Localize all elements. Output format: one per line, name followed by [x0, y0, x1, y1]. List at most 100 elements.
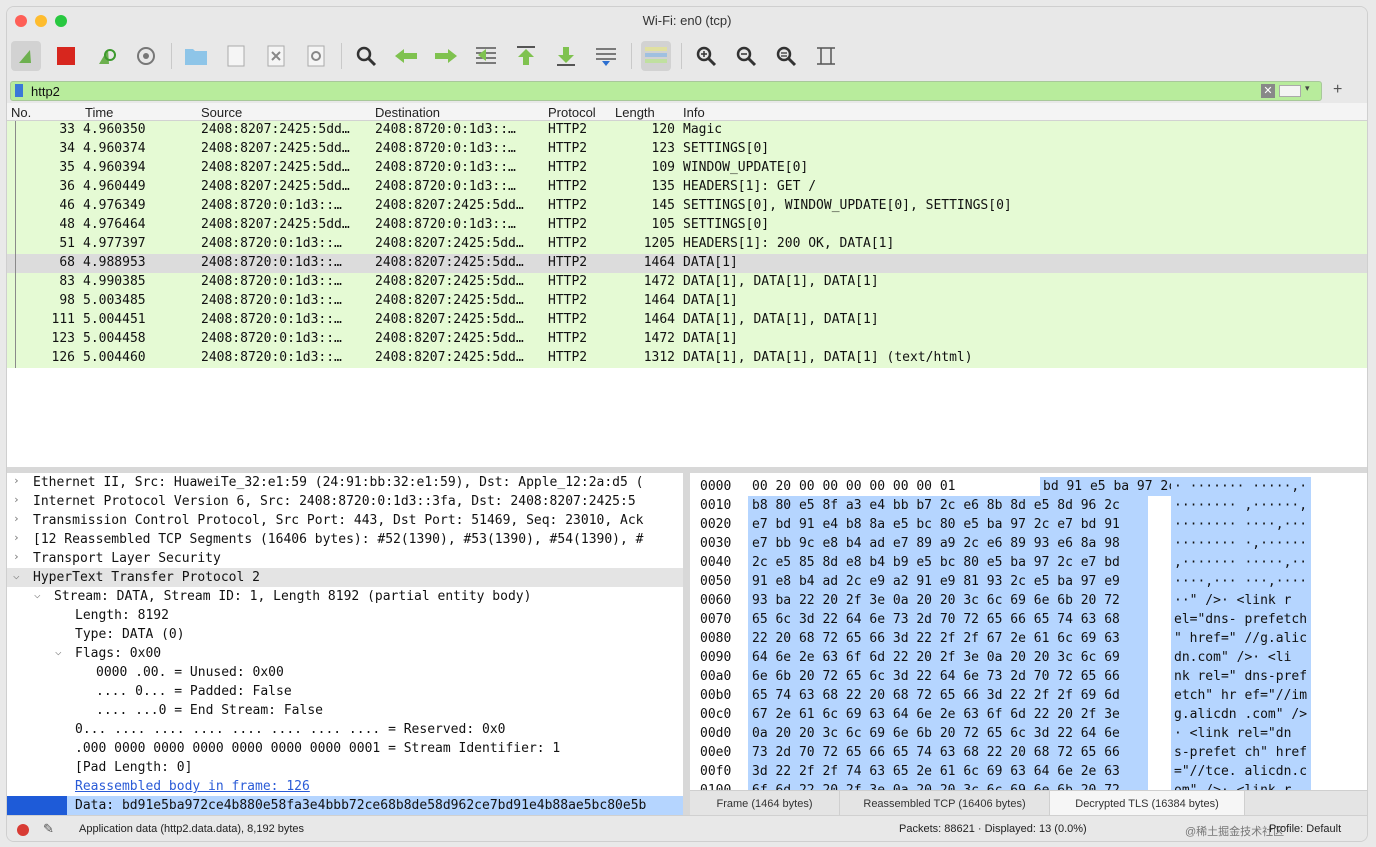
- detail-tree-item[interactable]: Reassembled body in frame: 126: [7, 777, 683, 796]
- column-header-destination[interactable]: Destination: [375, 105, 440, 120]
- detail-tree-item[interactable]: Data: bd91e5ba972ce4b880e58fa3e4bbb72ce6…: [7, 796, 683, 815]
- packet-row[interactable]: 48 4.976464 2408:8207:2425:5dd… 2408:8720:0…: [7, 216, 1367, 235]
- shark-fin-start-icon[interactable]: [11, 41, 41, 71]
- status-profile[interactable]: Profile: Default: [1269, 823, 1341, 835]
- tab-reassembled-tcp[interactable]: Reassembled TCP (16406 bytes): [840, 791, 1050, 816]
- packet-row[interactable]: 98 5.003485 2408:8720:0:1d3::… 2408:8207:24…: [7, 292, 1367, 311]
- detail-tree-item[interactable]: .... ...0 = End Stream: False: [7, 701, 683, 720]
- detail-tree-item[interactable]: › [12 Reassembled TCP Segments (16406 byt…: [7, 530, 683, 549]
- packet-cell-info: HEADERS[1]: 200 OK, DATA[1]: [683, 236, 895, 251]
- expanded-chevron-icon[interactable]: ⌵: [55, 645, 62, 658]
- bytes-row[interactable]: 00b0 65 74 63 68 22 20 68 72 65 66 3d 22 …: [690, 686, 1367, 705]
- add-filter-button-icon[interactable]: +: [1333, 81, 1342, 99]
- stop-capture-icon[interactable]: [51, 41, 81, 71]
- collapsed-chevron-icon[interactable]: ›: [13, 493, 20, 506]
- detail-tree-item[interactable]: .000 0000 0000 0000 0000 0000 0000 0001 …: [7, 739, 683, 758]
- filter-history-icon[interactable]: ▾: [1305, 83, 1310, 94]
- go-first-icon[interactable]: [511, 41, 541, 71]
- pane-splitter-vertical[interactable]: [683, 473, 690, 815]
- packet-row[interactable]: 33 4.960350 2408:8207:2425:5dd… 2408:8720:0…: [7, 121, 1367, 140]
- packet-row[interactable]: 46 4.976349 2408:8720:0:1d3::… 2408:8207:24…: [7, 197, 1367, 216]
- collapsed-chevron-icon[interactable]: ›: [13, 531, 20, 544]
- detail-tree-item[interactable]: › Transmission Control Protocol, Src Port…: [7, 511, 683, 530]
- packet-row[interactable]: 68 4.988953 2408:8720:0:1d3::… 2408:8207:24…: [7, 254, 1367, 273]
- packet-row[interactable]: 123 5.004458 2408:8720:0:1d3::… 2408:8207:2…: [7, 330, 1367, 349]
- column-header-source[interactable]: Source: [201, 105, 242, 120]
- packet-row[interactable]: 111 5.004451 2408:8720:0:1d3::… 2408:8207:2…: [7, 311, 1367, 330]
- zoom-normal-icon[interactable]: [771, 41, 801, 71]
- go-to-packet-icon[interactable]: [471, 41, 501, 71]
- detail-tree-item[interactable]: › Transport Layer Security: [7, 549, 683, 568]
- display-filter-input[interactable]: http2 ✕ ▾: [10, 81, 1322, 101]
- zoom-out-icon[interactable]: [731, 41, 761, 71]
- go-forward-icon[interactable]: [431, 41, 461, 71]
- collapsed-chevron-icon[interactable]: ›: [13, 512, 20, 525]
- detail-tree-item[interactable]: › Internet Protocol Version 6, Src: 2408:…: [7, 492, 683, 511]
- colorize-icon[interactable]: [641, 41, 671, 71]
- detail-tree-item[interactable]: ⌵ Flags: 0x00: [7, 644, 683, 663]
- close-file-icon[interactable]: [261, 41, 291, 71]
- bytes-row[interactable]: 0100 6f 6d 22 20 2f 3e 0a 20 20 3c 6c 69 …: [690, 781, 1367, 790]
- packet-row[interactable]: 83 4.990385 2408:8720:0:1d3::… 2408:8207:24…: [7, 273, 1367, 292]
- detail-tree-item[interactable]: ⌵ HyperText Transfer Protocol 2: [7, 568, 683, 587]
- bytes-row[interactable]: 00d0 0a 20 20 3c 6c 69 6e 6b 20 72 65 6c …: [690, 724, 1367, 743]
- capture-options-icon[interactable]: [131, 41, 161, 71]
- ascii-text: el="dns- prefetch: [1174, 612, 1308, 627]
- packet-row[interactable]: 126 5.004460 2408:8720:0:1d3::… 2408:8207:2…: [7, 349, 1367, 368]
- bytes-row[interactable]: 0050 91 e8 b4 ad 2c e9 a2 91 e9 81 93 2c …: [690, 572, 1367, 591]
- go-last-icon[interactable]: [551, 41, 581, 71]
- packet-cell-time: 4.988953: [83, 255, 146, 270]
- open-file-icon[interactable]: [181, 41, 211, 71]
- expanded-chevron-icon[interactable]: ⌵: [13, 569, 20, 582]
- bytes-row[interactable]: 00f0 3d 22 2f 2f 74 63 65 2e 61 6c 69 63 …: [690, 762, 1367, 781]
- packet-row[interactable]: 51 4.977397 2408:8720:0:1d3::… 2408:8207:24…: [7, 235, 1367, 254]
- collapsed-chevron-icon[interactable]: ›: [13, 550, 20, 563]
- zoom-in-icon[interactable]: [691, 41, 721, 71]
- clear-filter-icon[interactable]: ✕: [1261, 84, 1275, 98]
- bytes-row[interactable]: 00e0 73 2d 70 72 65 66 65 74 63 68 22 20 …: [690, 743, 1367, 762]
- reload-file-icon[interactable]: [301, 41, 331, 71]
- collapsed-chevron-icon[interactable]: ›: [13, 474, 20, 487]
- bytes-row[interactable]: 00a0 6e 6b 20 72 65 6c 3d 22 64 6e 73 2d …: [690, 667, 1367, 686]
- detail-tree-item[interactable]: [Pad Length: 0]: [7, 758, 683, 777]
- column-header-protocol[interactable]: Protocol: [548, 105, 596, 120]
- expanded-chevron-icon[interactable]: ⌵: [34, 588, 41, 601]
- detail-text: Type: DATA (0): [75, 627, 185, 642]
- bytes-row[interactable]: 0080 22 20 68 72 65 66 3d 22 2f 2f 67 2e …: [690, 629, 1367, 648]
- detail-tree-item[interactable]: 0... .... .... .... .... .... .... .... …: [7, 720, 683, 739]
- detail-tree-item[interactable]: Type: DATA (0): [7, 625, 683, 644]
- autoscroll-icon[interactable]: [591, 41, 621, 71]
- bytes-row[interactable]: 0030 e7 bb 9c e8 b4 ad e7 89 a9 2c e6 89 …: [690, 534, 1367, 553]
- tab-decrypted-tls[interactable]: Decrypted TLS (16384 bytes): [1050, 791, 1245, 816]
- bytes-row[interactable]: 0090 64 6e 2e 63 6f 6d 22 20 2f 3e 0a 20 …: [690, 648, 1367, 667]
- find-packet-icon[interactable]: [351, 41, 381, 71]
- detail-tree-item[interactable]: ⌵ Stream: DATA, Stream ID: 1, Length 8192…: [7, 587, 683, 606]
- column-header-time[interactable]: Time: [85, 105, 113, 120]
- packet-row[interactable]: 36 4.960449 2408:8207:2425:5dd… 2408:8720:0…: [7, 178, 1367, 197]
- column-header-no[interactable]: No.: [11, 105, 31, 120]
- restart-capture-icon[interactable]: [91, 41, 121, 71]
- bytes-row[interactable]: 0000 00 20 00 00 00 00 00 00 01 bd 91 e5 b…: [690, 477, 1367, 496]
- column-header-info[interactable]: Info: [683, 105, 705, 120]
- tab-frame[interactable]: Frame (1464 bytes): [690, 791, 840, 816]
- save-file-icon[interactable]: [221, 41, 251, 71]
- column-header-length[interactable]: Length: [615, 105, 655, 120]
- packet-row[interactable]: 34 4.960374 2408:8207:2425:5dd… 2408:8720:0…: [7, 140, 1367, 159]
- detail-tree-item[interactable]: 0000 .00. = Unused: 0x00: [7, 663, 683, 682]
- resize-columns-icon[interactable]: [811, 41, 841, 71]
- bytes-row[interactable]: 0070 65 6c 3d 22 64 6e 73 2d 70 72 65 66 …: [690, 610, 1367, 629]
- apply-filter-icon[interactable]: [1279, 85, 1301, 97]
- detail-tree-item[interactable]: › Ethernet II, Src: HuaweiTe_32:e1:59 (24…: [7, 473, 683, 492]
- bytes-row[interactable]: 0060 93 ba 22 20 2f 3e 0a 20 20 3c 6c 69 …: [690, 591, 1367, 610]
- detail-tree-item[interactable]: Length: 8192: [7, 606, 683, 625]
- edit-comment-icon[interactable]: ✎: [43, 821, 54, 837]
- bytes-row[interactable]: 0040 2c e5 85 8d e8 b4 b9 e5 bc 80 e5 ba …: [690, 553, 1367, 572]
- bytes-row[interactable]: 0020 e7 bd 91 e4 b8 8a e5 bc 80 e5 ba 97 …: [690, 515, 1367, 534]
- bytes-row[interactable]: 00c0 67 2e 61 6c 69 63 64 6e 2e 63 6f 6d …: [690, 705, 1367, 724]
- bytes-row[interactable]: 0010 b8 80 e5 8f a3 e4 bb b7 2c e6 8b 8d …: [690, 496, 1367, 515]
- expert-info-icon[interactable]: [17, 824, 29, 836]
- packet-row[interactable]: 35 4.960394 2408:8207:2425:5dd… 2408:8720:0…: [7, 159, 1367, 178]
- go-back-icon[interactable]: [391, 41, 421, 71]
- detail-tree-item[interactable]: .... 0... = Padded: False: [7, 682, 683, 701]
- bookmark-icon[interactable]: [15, 84, 23, 97]
